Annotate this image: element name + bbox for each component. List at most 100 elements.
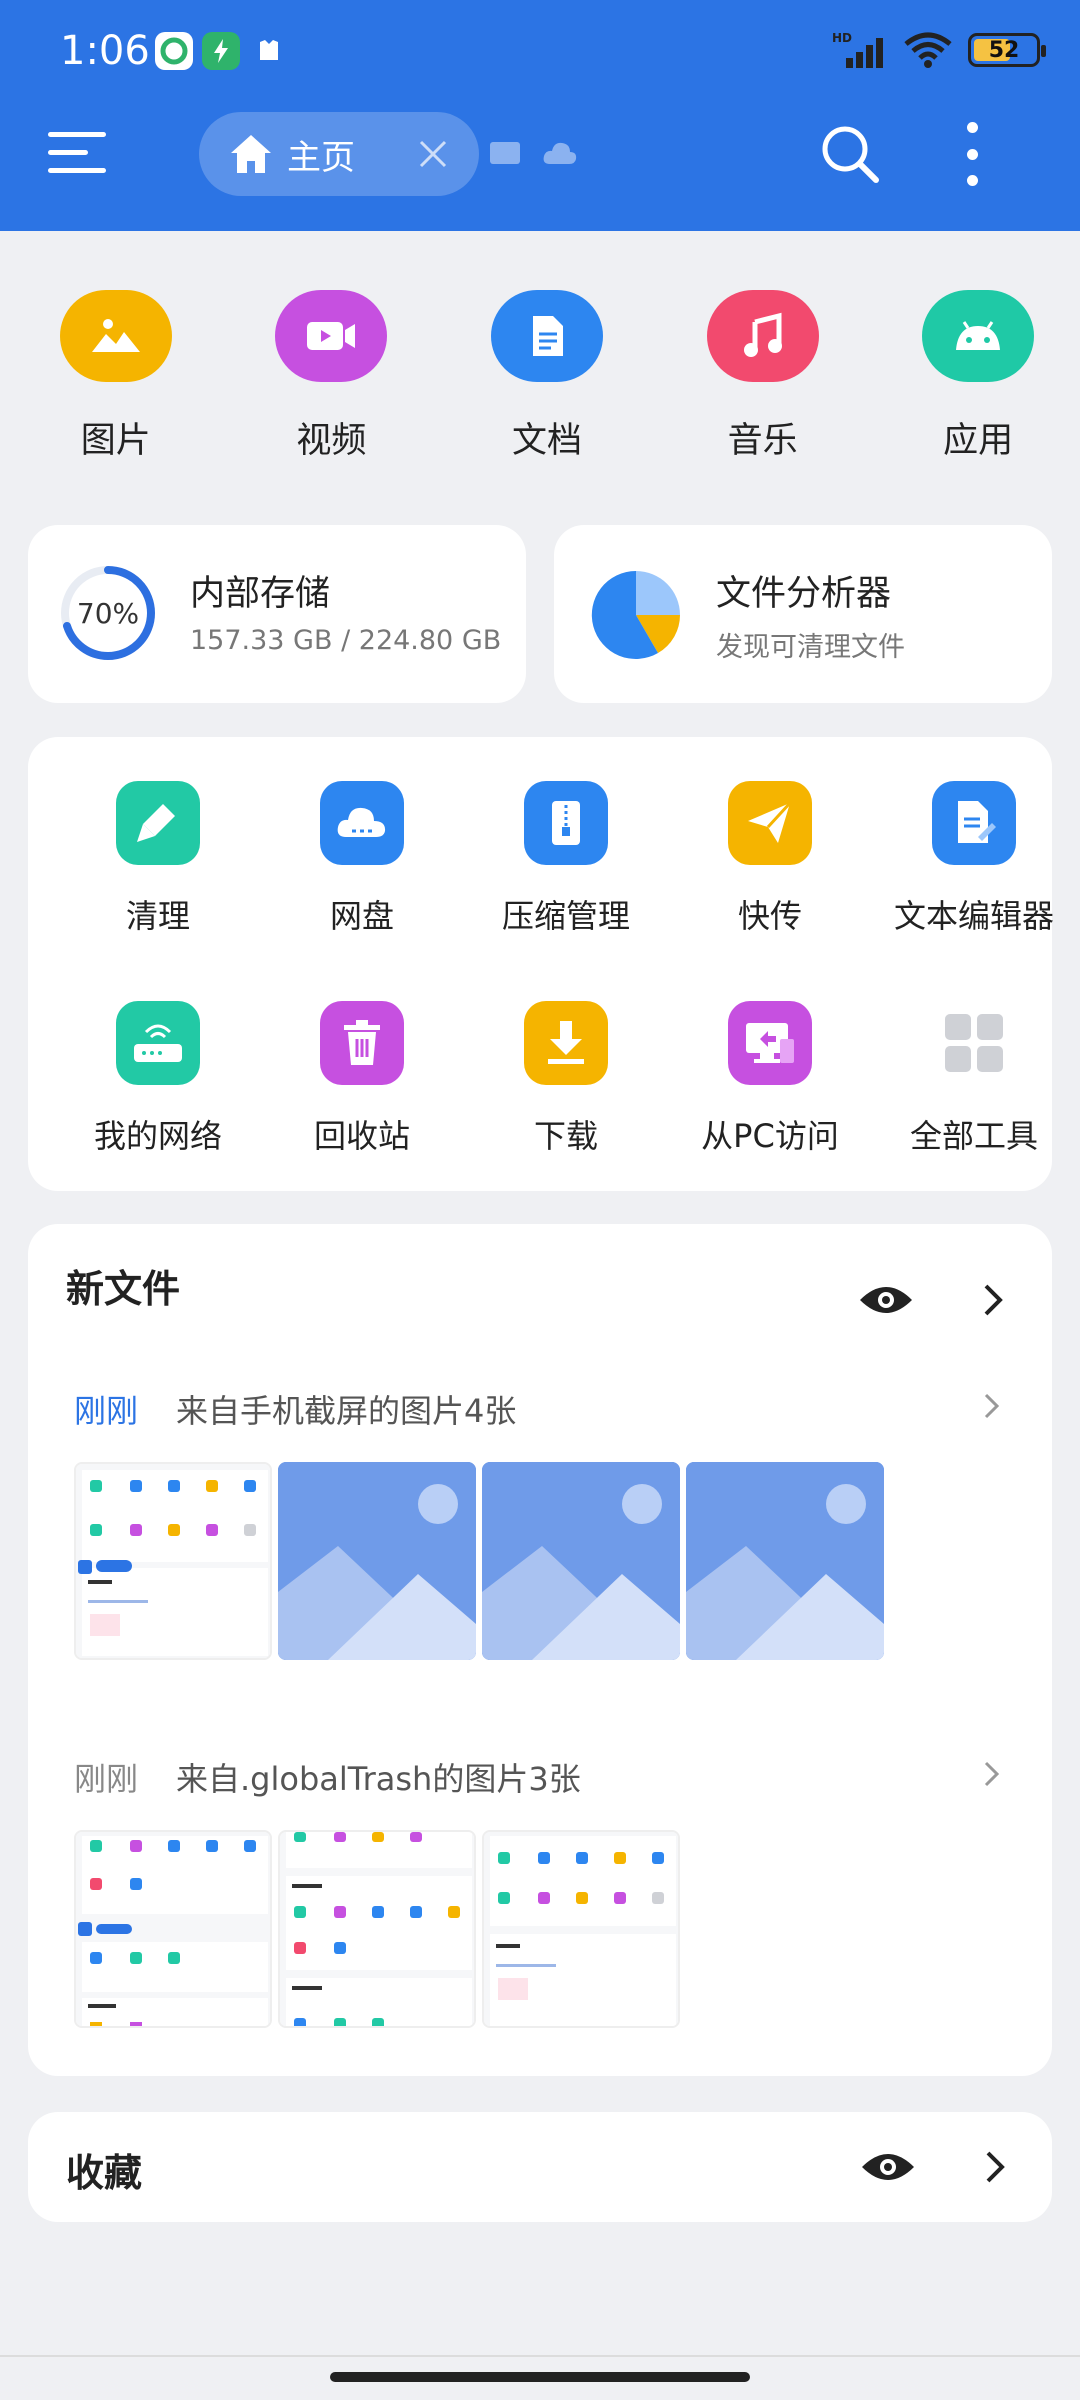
status-bar: 1:06 HD 52: [0, 0, 1080, 100]
eye-icon[interactable]: [858, 1282, 914, 1318]
document-icon: [490, 290, 603, 382]
new-files-card: 新文件 刚刚 来自手机截屏的图片4张 刚刚 来自.globalTrash的图片3…: [28, 1224, 1052, 2076]
pie-chart-icon: [591, 570, 680, 659]
image-placeholder-thumbnail[interactable]: [686, 1462, 884, 1660]
tab-home-label: 主页: [287, 137, 355, 178]
home-indicator[interactable]: [330, 2372, 750, 2382]
group-time: 刚刚: [74, 1760, 139, 1798]
category-row: 图片 视频 文档 音乐 应用: [0, 290, 1080, 463]
category-images[interactable]: 图片: [14, 290, 218, 463]
analyzer-subtitle: 发现可清理文件: [716, 632, 905, 663]
category-label: 音乐: [727, 421, 798, 461]
video-icon: [275, 290, 388, 382]
tool-compress[interactable]: 压缩管理: [461, 781, 671, 937]
send-icon: [728, 781, 812, 865]
sd-card-icon[interactable]: [488, 138, 522, 168]
storage-percent: 70%: [76, 596, 140, 630]
tool-label: 文本编辑器: [893, 897, 1054, 935]
favorites-card[interactable]: 收藏: [28, 2112, 1052, 2222]
group-description[interactable]: 来自.globalTrash的图片3张: [176, 1754, 581, 1800]
chevron-right-icon[interactable]: [983, 1760, 1001, 1788]
screenshot-thumbnail[interactable]: [482, 1830, 680, 2028]
status-right-icons: HD 52: [832, 30, 1046, 70]
battery-level: 52: [988, 37, 1020, 63]
tool-my-network[interactable]: 我的网络: [53, 1001, 263, 1157]
tool-label: 全部工具: [909, 1117, 1038, 1155]
music-icon: [706, 290, 819, 382]
image-icon: [59, 290, 172, 382]
svg-text:HD: HD: [832, 31, 852, 45]
screenshot-thumbnail[interactable]: [278, 1830, 476, 2028]
chevron-right-icon[interactable]: [982, 1282, 1006, 1318]
download-icon: [524, 1001, 608, 1085]
signal-icon: HD: [832, 31, 883, 68]
group-description[interactable]: 来自手机截屏的图片4张: [176, 1386, 516, 1432]
android-icon: [922, 290, 1035, 382]
tool-label: 压缩管理: [501, 897, 630, 935]
broom-icon: [116, 781, 200, 865]
tool-clean[interactable]: 清理: [53, 781, 263, 937]
chevron-right-icon[interactable]: [983, 1392, 1001, 1420]
all-tools-icon: [932, 1001, 1016, 1085]
battery-icon: 52: [968, 33, 1046, 67]
menu-button[interactable]: [48, 132, 106, 178]
analyzer-title: 文件分析器: [716, 574, 892, 614]
divider: [0, 2355, 1080, 2357]
category-label: 图片: [80, 421, 151, 461]
cloud-drive-icon: [320, 781, 404, 865]
category-documents[interactable]: 文档: [445, 290, 649, 463]
top-app-bar: 1:06 HD 52 主页: [0, 0, 1080, 231]
tab-home[interactable]: 主页: [199, 112, 479, 196]
category-music[interactable]: 音乐: [661, 290, 865, 463]
storage-title: 内部存储: [190, 574, 331, 614]
tool-text-editor[interactable]: 文本编辑器: [869, 781, 1079, 937]
tool-label: 从PC访问: [701, 1117, 839, 1155]
tool-label: 我的网络: [93, 1117, 222, 1155]
app-notification-icon: [155, 32, 193, 70]
security-notification-icon: [202, 32, 240, 70]
router-icon: [116, 1001, 200, 1085]
internal-storage-card[interactable]: 70% 内部存储 157.33 GB / 224.80 GB: [28, 525, 526, 703]
trash-icon: [320, 1001, 404, 1085]
category-videos[interactable]: 视频: [230, 290, 434, 463]
tool-label: 清理: [125, 897, 190, 935]
storage-usage: 157.33 GB / 224.80 GB: [190, 625, 502, 656]
tools-card: 清理 网盘 压缩管理 快传 文本编辑器 我的网络 回收站 下载 从PC访问 全部…: [28, 737, 1054, 1191]
tool-download[interactable]: 下载: [461, 1001, 671, 1157]
category-apps[interactable]: 应用: [876, 290, 1080, 463]
tool-all-tools[interactable]: 全部工具: [869, 1001, 1079, 1157]
category-label: 应用: [943, 421, 1014, 461]
category-label: 文档: [511, 421, 582, 461]
tool-cloud-drive[interactable]: 网盘: [257, 781, 467, 937]
category-label: 视频: [296, 421, 367, 461]
tool-label: 回收站: [313, 1117, 410, 1155]
wifi-icon: [904, 32, 952, 68]
image-placeholder-thumbnail[interactable]: [482, 1462, 680, 1660]
screenshot-thumbnail[interactable]: [74, 1830, 272, 2028]
shirt-notification-icon: [254, 32, 284, 70]
tool-quick-send[interactable]: 快传: [665, 781, 875, 937]
text-editor-icon: [932, 781, 1016, 865]
close-tab-icon[interactable]: [417, 138, 449, 170]
new-files-title: 新文件: [66, 1267, 181, 1311]
search-icon[interactable]: [820, 124, 880, 184]
pc-access-icon: [728, 1001, 812, 1085]
tool-label: 下载: [533, 1117, 598, 1155]
screenshot-thumbnail[interactable]: [74, 1462, 272, 1660]
other-tabs: [488, 138, 578, 168]
tool-label: 网盘: [329, 897, 394, 935]
favorites-title: 收藏: [66, 2151, 143, 2195]
image-placeholder-thumbnail[interactable]: [278, 1462, 476, 1660]
tool-recycle-bin[interactable]: 回收站: [257, 1001, 467, 1157]
cloud-icon[interactable]: [542, 138, 578, 168]
zip-icon: [524, 781, 608, 865]
file-analyzer-card[interactable]: 文件分析器 发现可清理文件: [554, 525, 1052, 703]
status-time: 1:06: [60, 28, 150, 74]
tool-label: 快传: [737, 897, 802, 935]
chevron-right-icon[interactable]: [984, 2149, 1008, 2185]
more-options-button[interactable]: [960, 122, 984, 186]
group-time: 刚刚: [74, 1392, 139, 1430]
eye-icon[interactable]: [860, 2149, 916, 2185]
home-icon: [231, 135, 271, 173]
tool-pc-access[interactable]: 从PC访问: [665, 1001, 875, 1157]
